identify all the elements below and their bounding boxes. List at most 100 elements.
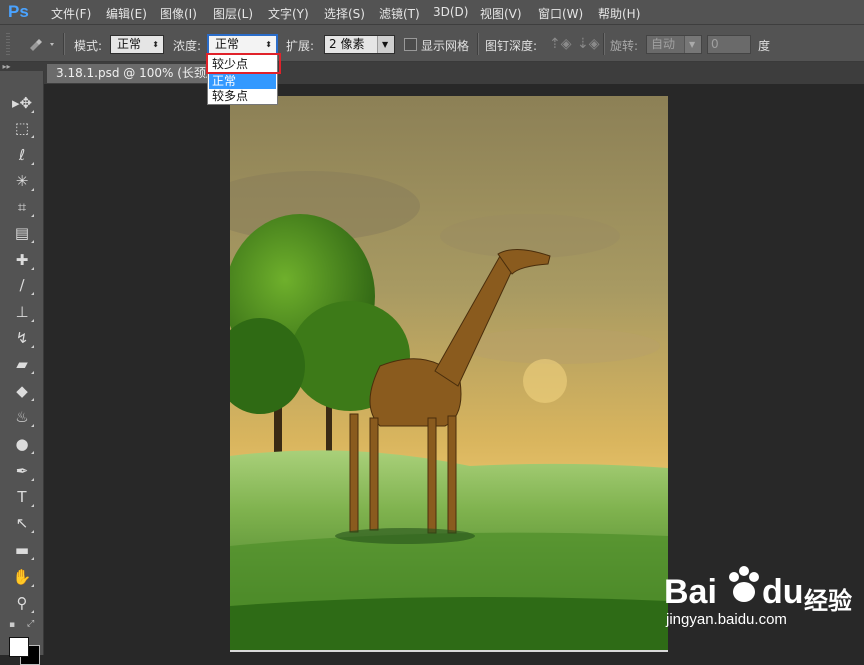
- density-dropdown-list: 较少点 正常 较多点: [206, 53, 281, 105]
- expand-label: 扩展:: [286, 39, 315, 53]
- zoom-tool-icon[interactable]: ⚲: [10, 592, 34, 614]
- rectangle-tool-icon[interactable]: ▬: [10, 539, 34, 561]
- pin-depth-up-icon[interactable]: ⇡◈: [549, 36, 572, 52]
- spinner-arrows-icon: ⬍: [265, 40, 272, 49]
- eraser-tool-icon[interactable]: ▰: [10, 353, 34, 375]
- options-grip[interactable]: [6, 33, 10, 55]
- blur-tool-icon[interactable]: ♨: [10, 406, 34, 428]
- density-option-normal[interactable]: 正常: [209, 74, 276, 89]
- options-separator: [603, 33, 605, 55]
- options-separator: [477, 33, 479, 55]
- tool-group-indicator: [31, 162, 34, 165]
- pin-depth-down-icon[interactable]: ⇣◈: [577, 36, 600, 52]
- watermark-brand: Bai: [664, 573, 717, 611]
- chevron-down-icon: ▼: [689, 40, 696, 49]
- density-label: 浓度:: [173, 39, 202, 53]
- watermark-brand-du: du: [762, 573, 804, 611]
- type-tool-icon[interactable]: T: [10, 486, 34, 508]
- angle-value: 0: [711, 37, 719, 51]
- show-grid-checkbox[interactable]: [404, 38, 417, 51]
- tool-group-indicator: [31, 135, 34, 138]
- menu-layer[interactable]: 图层(L): [213, 5, 253, 22]
- tool-group-indicator: [31, 319, 34, 322]
- baidu-watermark: Bai du 经验 jingyan.baidu.com: [664, 559, 864, 655]
- tool-group-indicator: [31, 424, 34, 427]
- watermark-cn: 经验: [804, 588, 852, 615]
- tool-group-indicator: [31, 557, 34, 560]
- menu-3d[interactable]: 3D(D): [433, 5, 468, 19]
- tool-group-indicator: [31, 188, 34, 191]
- density-option-more[interactable]: 较多点: [209, 89, 276, 104]
- crop-tool-icon[interactable]: ⌗: [10, 196, 34, 218]
- marquee-tool-icon[interactable]: ⬚: [10, 117, 34, 139]
- rotate-value: 自动: [651, 37, 676, 51]
- stamp-tool-icon[interactable]: ⊥: [10, 301, 34, 323]
- giraffe-image: [230, 96, 668, 652]
- tool-group-indicator: [31, 345, 34, 348]
- expand-select[interactable]: 2 像素 ▼: [324, 35, 395, 54]
- tool-group-indicator: [31, 240, 34, 243]
- menu-select[interactable]: 选择(S): [324, 5, 365, 22]
- move-tool-icon[interactable]: ▸✥: [10, 92, 34, 114]
- pen-tool-icon[interactable]: ✒: [10, 460, 34, 482]
- canvas-bottom-edge: [230, 650, 668, 652]
- dropdown-button[interactable]: ▼: [377, 36, 394, 53]
- show-grid-label: 显示网格: [421, 39, 470, 53]
- hand-tool-icon[interactable]: ✋: [10, 566, 34, 588]
- mode-select[interactable]: 正常 ⬍: [110, 35, 164, 54]
- expand-value: 2 像素: [329, 37, 365, 51]
- rotate-select[interactable]: 自动 ▼: [646, 35, 702, 54]
- tool-group-indicator: [31, 478, 34, 481]
- menu-file[interactable]: 文件(F): [51, 5, 91, 22]
- tool-group-indicator: [31, 110, 34, 113]
- pin-tool-icon[interactable]: [24, 34, 58, 54]
- brush-tool-icon[interactable]: ∕: [10, 274, 34, 296]
- rotate-label: 旋转:: [610, 39, 639, 53]
- mode-value: 正常: [117, 37, 142, 51]
- watermark-url: jingyan.baidu.com: [666, 611, 787, 628]
- menu-view[interactable]: 视图(V): [480, 5, 522, 22]
- chevron-down-icon: ▼: [382, 40, 389, 49]
- options-separator: [63, 33, 65, 55]
- foreground-color-swatch[interactable]: [9, 637, 29, 657]
- angle-input[interactable]: 0: [707, 35, 751, 54]
- pin-depth-label: 图钉深度:: [485, 39, 538, 53]
- magic-wand-tool-icon[interactable]: ✳: [10, 170, 34, 192]
- tool-group-indicator: [31, 530, 34, 533]
- menu-window[interactable]: 窗口(W): [538, 5, 583, 22]
- dropdown-button[interactable]: ▼: [684, 36, 701, 53]
- paint-bucket-tool-icon[interactable]: ◆: [10, 380, 34, 402]
- tool-group-indicator: [31, 584, 34, 587]
- menu-filter[interactable]: 滤镜(T): [379, 5, 420, 22]
- tool-group-indicator: [31, 504, 34, 507]
- menu-type[interactable]: 文字(Y): [268, 5, 309, 22]
- angle-unit: 度: [758, 39, 771, 53]
- tool-group-indicator: [31, 214, 34, 217]
- density-value: 正常: [215, 37, 240, 51]
- paw-logo-icon: [726, 565, 762, 605]
- healing-brush-tool-icon[interactable]: ✚: [10, 249, 34, 271]
- tool-group-indicator: [31, 292, 34, 295]
- menu-help[interactable]: 帮助(H): [598, 5, 640, 22]
- document-canvas[interactable]: [230, 96, 668, 652]
- menu-bar: Ps 文件(F) 编辑(E) 图像(I) 图层(L) 文字(Y) 选择(S) 滤…: [0, 0, 864, 24]
- highlight-box: [206, 53, 281, 74]
- menu-image[interactable]: 图像(I): [160, 5, 197, 22]
- eyedropper-tool-icon[interactable]: ▤: [10, 222, 34, 244]
- tool-group-indicator: [31, 398, 34, 401]
- document-tab[interactable]: 3.18.1.psd @ 100% (长颈鹿: [47, 64, 213, 83]
- menu-edit[interactable]: 编辑(E): [106, 5, 147, 22]
- tool-group-indicator: [31, 267, 34, 270]
- mode-label: 模式:: [74, 39, 103, 53]
- panel-collapse-icon[interactable]: ▸▸: [0, 62, 44, 71]
- lasso-tool-icon[interactable]: ℓ: [10, 144, 34, 166]
- dodge-tool-icon[interactable]: ●: [10, 433, 34, 455]
- swap-colors-icon[interactable]: ⤢: [27, 619, 34, 629]
- default-colors-icon[interactable]: ▪: [9, 620, 15, 630]
- tool-group-indicator: [31, 451, 34, 454]
- path-selection-tool-icon[interactable]: ↖: [10, 512, 34, 534]
- options-bar: 模式: 正常 ⬍ 浓度: 正常 ⬍ 扩展: 2 像素 ▼ 显示网格 图钉深度: …: [0, 24, 864, 62]
- tool-group-indicator: [31, 610, 34, 613]
- density-select[interactable]: 正常 ⬍: [207, 34, 278, 55]
- history-brush-tool-icon[interactable]: ↯: [10, 327, 34, 349]
